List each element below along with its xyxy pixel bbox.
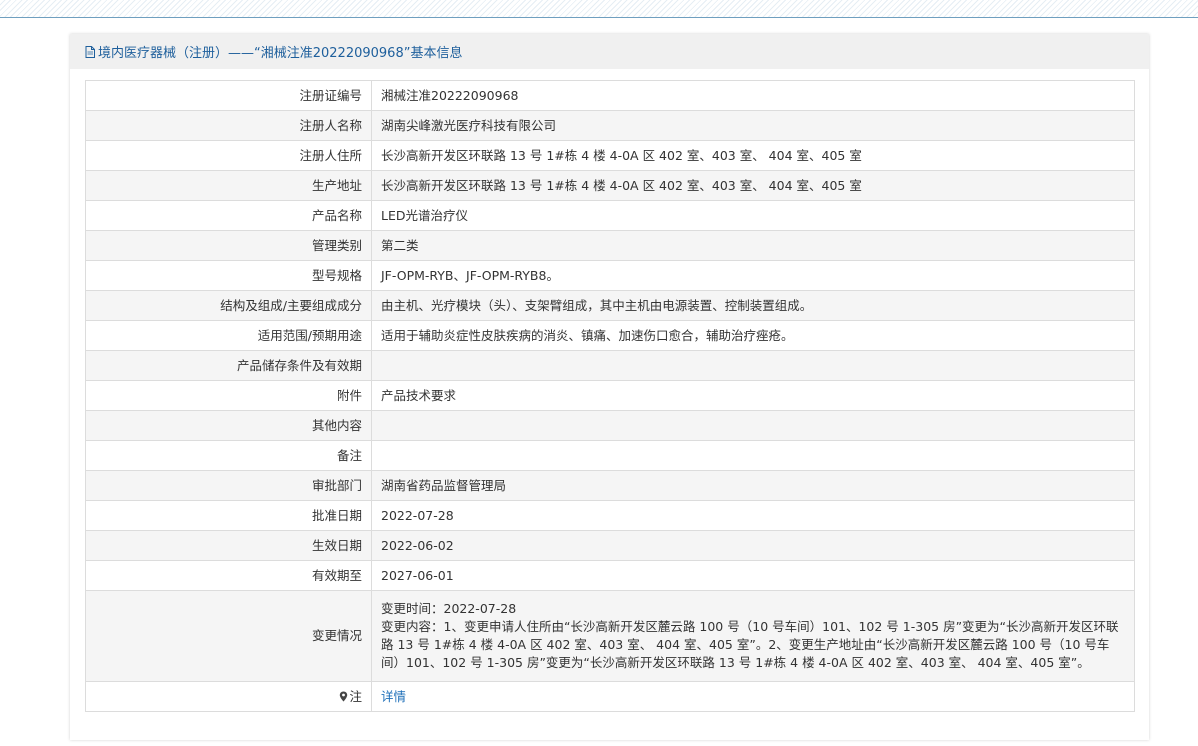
table-row: 注册人名称 湖南尖峰激光医疗科技有限公司 bbox=[85, 110, 1135, 141]
panel-header: 境内医疗器械（注册）——“湘械注准20222090968”基本信息 bbox=[70, 34, 1149, 69]
info-panel: 境内医疗器械（注册）——“湘械注准20222090968”基本信息 注册证编号 … bbox=[70, 34, 1149, 740]
row-value bbox=[371, 440, 1135, 471]
row-value: 由主机、光疗模块（头）、支架臂组成，其中主机由电源装置、控制装置组成。 bbox=[371, 290, 1135, 321]
row-label: 结构及组成/主要组成成分 bbox=[85, 290, 372, 321]
row-label: 其他内容 bbox=[85, 410, 372, 441]
change-label: 变更情况 bbox=[85, 590, 372, 682]
row-value: 产品技术要求 bbox=[371, 380, 1135, 411]
table-row: 注册证编号 湘械注准20222090968 bbox=[85, 80, 1135, 111]
table-row: 批准日期 2022-07-28 bbox=[85, 500, 1135, 531]
table-row: 型号规格 JF-OPM-RYB、JF-OPM-RYB8。 bbox=[85, 260, 1135, 291]
row-label: 有效期至 bbox=[85, 560, 372, 591]
note-value: 详情 bbox=[371, 681, 1135, 712]
row-label: 注册人住所 bbox=[85, 140, 372, 171]
change-value: 变更时间：2022-07-28 变更内容：1、变更申请人住所由“长沙高新开发区麓… bbox=[371, 590, 1135, 682]
row-value: 长沙高新开发区环联路 13 号 1#栋 4 楼 4-0A 区 402 室、403… bbox=[371, 170, 1135, 201]
row-label: 注册人名称 bbox=[85, 110, 372, 141]
table-row: 管理类别 第二类 bbox=[85, 230, 1135, 261]
details-link[interactable]: 详情 bbox=[381, 689, 406, 704]
row-value: 湖南省药品监督管理局 bbox=[371, 470, 1135, 501]
table-row: 适用范围/预期用途 适用于辅助炎症性皮肤疾病的消炎、镇痛、加速伤口愈合，辅助治疗… bbox=[85, 320, 1135, 351]
change-time: 变更时间：2022-07-28 bbox=[381, 601, 517, 616]
table-row: 审批部门 湖南省药品监督管理局 bbox=[85, 470, 1135, 501]
table-row: 结构及组成/主要组成成分 由主机、光疗模块（头）、支架臂组成，其中主机由电源装置… bbox=[85, 290, 1135, 321]
row-label: 备注 bbox=[85, 440, 372, 471]
note-row: 注 详情 bbox=[85, 681, 1135, 712]
row-value: 2027-06-01 bbox=[371, 560, 1135, 591]
row-value: 湖南尖峰激光医疗科技有限公司 bbox=[371, 110, 1135, 141]
row-label: 产品名称 bbox=[85, 200, 372, 231]
row-value: 适用于辅助炎症性皮肤疾病的消炎、镇痛、加速伤口愈合，辅助治疗痤疮。 bbox=[371, 320, 1135, 351]
row-label: 适用范围/预期用途 bbox=[85, 320, 372, 351]
table-row: 生效日期 2022-06-02 bbox=[85, 530, 1135, 561]
row-label: 管理类别 bbox=[85, 230, 372, 261]
table-row: 注册人住所 长沙高新开发区环联路 13 号 1#栋 4 楼 4-0A 区 402… bbox=[85, 140, 1135, 171]
row-label: 产品储存条件及有效期 bbox=[85, 350, 372, 381]
table-row: 其他内容 bbox=[85, 410, 1135, 441]
row-label: 生产地址 bbox=[85, 170, 372, 201]
document-icon bbox=[85, 45, 95, 58]
change-row: 变更情况 变更时间：2022-07-28 变更内容：1、变更申请人住所由“长沙高… bbox=[85, 590, 1135, 682]
table-row: 备注 bbox=[85, 440, 1135, 471]
top-decorative-bar bbox=[0, 0, 1198, 18]
row-value: 2022-07-28 bbox=[371, 500, 1135, 531]
page-title: 境内医疗器械（注册）——“湘械注准20222090968”基本信息 bbox=[98, 46, 463, 61]
row-value: 长沙高新开发区环联路 13 号 1#栋 4 楼 4-0A 区 402 室、403… bbox=[371, 140, 1135, 171]
row-value: 2022-06-02 bbox=[371, 530, 1135, 561]
note-label-cell: 注 bbox=[85, 681, 372, 712]
table-row: 产品储存条件及有效期 bbox=[85, 350, 1135, 381]
table-row: 生产地址 长沙高新开发区环联路 13 号 1#栋 4 楼 4-0A 区 402 … bbox=[85, 170, 1135, 201]
row-value bbox=[371, 410, 1135, 441]
row-label: 型号规格 bbox=[85, 260, 372, 291]
change-content: 变更内容：1、变更申请人住所由“长沙高新开发区麓云路 100 号（10 号车间）… bbox=[381, 619, 1119, 670]
table-row: 产品名称 LED光谱治疗仪 bbox=[85, 200, 1135, 231]
table-row: 附件 产品技术要求 bbox=[85, 380, 1135, 411]
row-label: 审批部门 bbox=[85, 470, 372, 501]
row-label: 附件 bbox=[85, 380, 372, 411]
info-table: 注册证编号 湘械注准20222090968 注册人名称 湖南尖峰激光医疗科技有限… bbox=[85, 80, 1135, 712]
row-value: 第二类 bbox=[371, 230, 1135, 261]
row-label: 生效日期 bbox=[85, 530, 372, 561]
row-value: LED光谱治疗仪 bbox=[371, 200, 1135, 231]
row-label: 批准日期 bbox=[85, 500, 372, 531]
row-label: 注册证编号 bbox=[85, 80, 372, 111]
note-label: 注 bbox=[349, 688, 362, 704]
row-value bbox=[371, 350, 1135, 381]
row-value: JF-OPM-RYB、JF-OPM-RYB8。 bbox=[371, 260, 1135, 291]
table-row: 有效期至 2027-06-01 bbox=[85, 560, 1135, 591]
row-value: 湘械注准20222090968 bbox=[371, 80, 1135, 111]
location-pin-icon bbox=[340, 691, 348, 701]
